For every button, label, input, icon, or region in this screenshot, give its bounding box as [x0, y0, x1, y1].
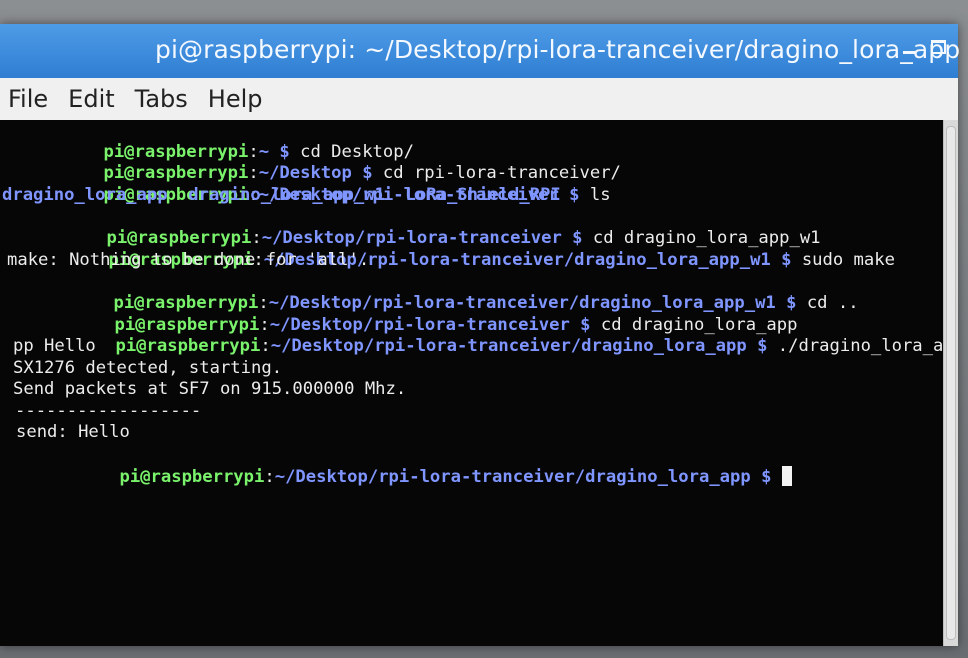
maximize-icon[interactable]: [931, 40, 946, 54]
minimize-icon[interactable]: [903, 50, 915, 54]
prompt-separator: :: [260, 336, 271, 357]
window-title: pi@raspberrypi: ~/Desktop/rpi-lora-tranc…: [155, 35, 961, 64]
terminal-output-line: send: Hello: [16, 422, 130, 443]
command-text: ./dragino_lora_a: [777, 336, 944, 357]
prompt-user: pi@raspberrypi: [119, 466, 265, 487]
menu-bar: File Edit Tabs Help: [0, 78, 958, 121]
prompt-symbol: $: [569, 184, 590, 205]
terminal-output-line: pp Hello: [13, 336, 96, 356]
command-text: cd ..: [806, 292, 859, 313]
terminal-line: pi@raspberrypi:~/Desktop/rpi-lora-trance…: [16, 444, 792, 510]
photo-scene: pi@raspberrypi: ~/Desktop/rpi-lora-tranc…: [0, 0, 968, 658]
vertical-scrollbar[interactable]: [943, 120, 958, 646]
terminal-output-line: dragino_lora_app dragino_lora_app_w1 LoR…: [2, 184, 561, 205]
terminal-cursor: [781, 465, 792, 486]
terminal-output-line: make: Nothing to be done for 'all'.: [7, 249, 370, 270]
terminal-output-line: Send packets at SF7 on 915.000000 Mhz.: [13, 379, 407, 400]
menu-file[interactable]: File: [6, 85, 50, 113]
terminal-output[interactable]: pi@raspberrypi:~ $ cd Desktop/ pi@raspbe…: [0, 120, 944, 646]
prompt-symbol: $: [781, 249, 802, 270]
command-text: ls: [589, 184, 611, 205]
terminal-content: pi@raspberrypi:~ $ cd Desktop/ pi@raspbe…: [0, 120, 944, 646]
terminal-output-line: ------------------: [15, 400, 202, 421]
menu-edit[interactable]: Edit: [66, 85, 116, 113]
window-controls: [903, 40, 946, 54]
command-text: sudo make: [801, 249, 895, 270]
prompt-symbol: $: [757, 336, 778, 357]
prompt-separator: :: [264, 466, 275, 487]
menu-tabs[interactable]: Tabs: [133, 85, 190, 113]
prompt-path: ~/Desktop/rpi-lora-tranceiver/dragino_lo…: [274, 466, 762, 487]
terminal-output-line: SX1276 detected, starting.: [13, 357, 283, 378]
title-bar[interactable]: pi@raspberrypi: ~/Desktop/rpi-lora-tranc…: [0, 24, 961, 78]
prompt-symbol: $: [761, 466, 782, 487]
prompt-path: ~/Desktop/rpi-lora-tranceiver/dragino_lo…: [270, 336, 758, 357]
scroll-thumb[interactable]: [946, 126, 956, 640]
menu-help[interactable]: Help: [206, 85, 265, 113]
prompt-user: pi@raspberrypi: [115, 336, 261, 357]
terminal-window: pi@raspberrypi: ~/Desktop/rpi-lora-tranc…: [0, 24, 961, 646]
